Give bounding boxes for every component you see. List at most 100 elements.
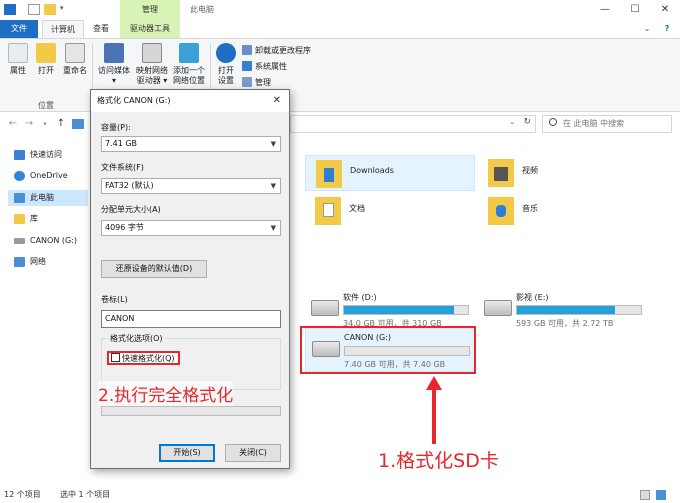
format-options-legend: 格式化选项(O) (108, 333, 165, 344)
format-dialog: 格式化 CANON (G:) ✕ 容量(P): 7.41 GB ▼ 文件系统(F)… (90, 89, 290, 469)
properties-button[interactable]: 属性 (4, 43, 32, 76)
drive-usage-fill (517, 306, 615, 314)
network-icon (14, 257, 25, 267)
context-tab-manage[interactable]: 管理 (120, 0, 180, 20)
sidebar-item-libraries[interactable]: 库 (8, 211, 88, 227)
quick-access-dropdown-icon[interactable]: ▾ (60, 4, 68, 15)
annotation-step1: 1.格式化SD卡 (378, 450, 499, 472)
status-bar: 12 个项目 选中 1 个项目 (0, 486, 680, 503)
drive-icon (484, 300, 512, 316)
drive-icon (311, 300, 339, 316)
drive-icon (14, 238, 25, 244)
capacity-label: 容量(P): (101, 123, 131, 132)
allocation-unit-select[interactable]: 4096 字节 ▼ (101, 220, 281, 236)
group-location-label: 位置 (38, 101, 54, 110)
tiles-view-icon[interactable] (656, 490, 666, 500)
address-field[interactable]: ⌄ ↻ (290, 115, 536, 133)
window-title: 此电脑 (190, 5, 214, 14)
forward-button[interactable]: → (22, 117, 36, 131)
folder-documents[interactable]: 文档 (305, 193, 475, 229)
gear-icon (216, 43, 236, 63)
network-drive-icon (142, 43, 162, 63)
chevron-down-icon: ▼ (270, 140, 276, 148)
media-icon (104, 43, 124, 63)
dialog-title: 格式化 CANON (G:) (97, 96, 171, 105)
restore-defaults-button[interactable]: 还原设备的默认值(D) (101, 260, 207, 278)
filesystem-select[interactable]: FAT32 (默认) ▼ (101, 178, 281, 194)
drive-usage-fill (344, 306, 455, 314)
new-folder-quick-icon[interactable] (44, 4, 56, 15)
close-window-button[interactable]: ✕ (650, 0, 680, 20)
minimize-button[interactable]: — (590, 0, 620, 20)
search-input[interactable]: 在 此电脑 中搜索 (542, 115, 672, 133)
status-selected-count: 选中 1 个项目 (60, 490, 111, 499)
add-network-location-button[interactable]: 添加一个 网络位置 (170, 43, 208, 86)
annotation-step2: 2.执行完全格式化 (98, 381, 234, 406)
sidebar-item-canon-drive[interactable]: CANON (G:) (8, 233, 88, 249)
annotation-arrow-icon (426, 376, 442, 444)
tab-file[interactable]: 文件 (0, 20, 38, 38)
details-view-icon[interactable] (640, 490, 650, 500)
help-icon[interactable]: ? (660, 20, 674, 38)
manage-icon (242, 77, 252, 87)
close-dialog-button[interactable]: 关闭(C) (225, 444, 281, 462)
folder-downloads[interactable]: Downloads (305, 155, 475, 191)
dialog-title-bar: 格式化 CANON (G:) ✕ (91, 90, 289, 112)
allocation-unit-label: 分配单元大小(A) (101, 205, 161, 214)
search-icon (549, 118, 557, 126)
computer-icon (72, 119, 84, 129)
properties-icon (8, 43, 28, 63)
chevron-down-icon: ▼ (270, 182, 276, 190)
title-bar: ▾ 管理 此电脑 — ☐ ✕ (0, 0, 680, 20)
network-location-icon (179, 43, 199, 63)
properties-quick-icon[interactable] (28, 4, 40, 15)
highlight-box-canon-drive (300, 326, 476, 374)
drive-e[interactable]: 影视 (E:) 593 GB 可用，共 2.72 TB (478, 288, 648, 332)
volume-label-input[interactable]: CANON (101, 310, 281, 328)
cloud-icon (14, 171, 25, 181)
folder-videos[interactable]: 视频 (478, 155, 648, 191)
tab-view[interactable]: 查看 (86, 20, 116, 38)
maximize-button[interactable]: ☐ (620, 0, 650, 20)
video-folder-icon (488, 159, 514, 187)
checkbox-box[interactable] (111, 353, 120, 362)
map-network-drive-button[interactable]: 映射网络 驱动器 ▾ (134, 43, 170, 86)
recent-locations-icon[interactable]: ▾ (38, 117, 52, 131)
up-button[interactable]: ↑ (54, 117, 68, 131)
uninstall-programs-item[interactable]: 卸载或更改程序 (242, 45, 311, 57)
sidebar-item-this-pc[interactable]: 此电脑 (8, 190, 88, 206)
rename-icon (65, 43, 85, 63)
music-folder-icon (488, 197, 514, 225)
quick-format-checkbox[interactable]: 快速格式化(Q) (107, 351, 180, 365)
manage-item[interactable]: 管理 (242, 77, 271, 89)
system-properties-item[interactable]: 系统属性 (242, 61, 287, 73)
documents-folder-icon (315, 197, 341, 225)
downloads-folder-icon (316, 160, 342, 188)
back-button[interactable]: ← (6, 117, 20, 131)
status-item-count: 12 个项目 (4, 490, 41, 499)
tab-drive-tools[interactable]: 驱动器工具 (120, 20, 180, 38)
capacity-select[interactable]: 7.41 GB ▼ (101, 136, 281, 152)
folder-music[interactable]: 音乐 (478, 193, 648, 229)
dialog-close-icon[interactable]: ✕ (273, 90, 281, 112)
open-button[interactable]: 打开 (34, 43, 58, 76)
chevron-down-icon: ▼ (270, 224, 276, 232)
refresh-icon[interactable]: ↻ (523, 117, 531, 127)
drive-usage-bar (516, 305, 642, 315)
sidebar-item-onedrive[interactable]: OneDrive (8, 168, 88, 184)
sidebar-item-quick-access[interactable]: 快速访问 (8, 147, 88, 163)
drive-usage-bar (343, 305, 469, 315)
open-folder-icon (36, 43, 56, 63)
sidebar-item-network[interactable]: 网络 (8, 254, 88, 270)
format-progress-bar (101, 406, 281, 416)
star-icon (14, 150, 25, 160)
ribbon-collapse-icon[interactable]: ⌄ (640, 20, 654, 38)
volume-label-label: 卷标(L) (101, 295, 128, 304)
address-dropdown-icon[interactable]: ⌄ (509, 118, 515, 126)
start-button[interactable]: 开始(S) (159, 444, 215, 462)
tab-computer[interactable]: 计算机 (42, 20, 84, 38)
window-icon (4, 4, 16, 15)
access-media-button[interactable]: 访问媒体 ▾ (96, 43, 132, 86)
rename-button[interactable]: 重命名 (60, 43, 90, 76)
open-settings-button[interactable]: 打开 设置 (214, 43, 238, 86)
